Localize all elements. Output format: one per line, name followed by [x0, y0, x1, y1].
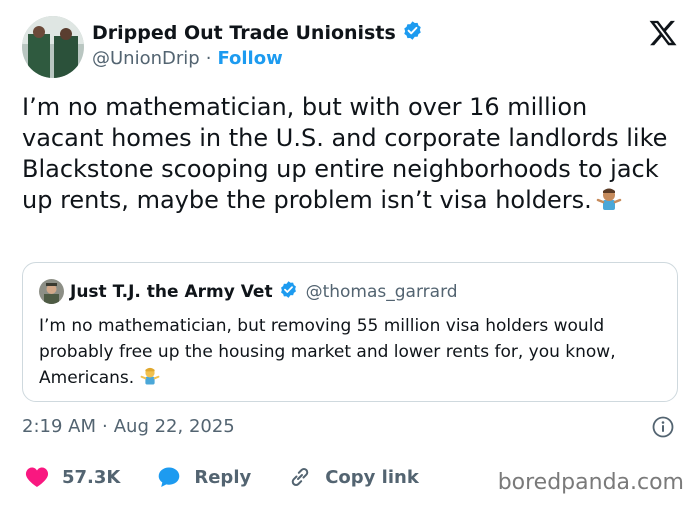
- handle-separator: ·: [205, 48, 212, 69]
- shrug-emoji-icon: [140, 366, 160, 394]
- author-handle[interactable]: @UnionDrip: [92, 48, 200, 69]
- reply-button[interactable]: Reply: [156, 464, 251, 490]
- quoted-author-display-name[interactable]: Just T.J. the Army Vet: [70, 282, 273, 302]
- like-count: 57.3K: [62, 466, 121, 488]
- tweet-date: Aug 22, 2025: [113, 416, 235, 437]
- copy-link-label: Copy link: [325, 466, 419, 488]
- follow-button[interactable]: Follow: [217, 48, 282, 69]
- quoted-author-avatar[interactable]: [39, 279, 64, 304]
- heart-icon: [24, 464, 50, 490]
- tweet-body: I’m no mathematician, but with over 16 m…: [22, 93, 668, 214]
- link-icon: [287, 464, 313, 490]
- verified-badge-icon: [402, 20, 423, 45]
- tweet-text: I’m no mathematician, but with over 16 m…: [22, 92, 672, 220]
- author-avatar[interactable]: [22, 16, 84, 78]
- timestamp-separator: ·: [102, 416, 108, 437]
- quoted-verified-badge-icon: [279, 280, 298, 303]
- author-display-name[interactable]: Dripped Out Trade Unionists: [92, 22, 396, 44]
- x-logo-icon[interactable]: [648, 18, 678, 48]
- quoted-tweet-text: I’m no mathematician, but removing 55 mi…: [39, 313, 664, 394]
- reply-bubble-icon: [156, 464, 182, 490]
- quoted-author-handle[interactable]: @thomas_garrard: [306, 282, 458, 302]
- watermark: boredpanda.com: [497, 470, 684, 495]
- info-icon[interactable]: [652, 416, 674, 438]
- tweet-time: 2:19 AM: [22, 416, 96, 437]
- copy-link-button[interactable]: Copy link: [287, 464, 419, 490]
- quoted-tweet-body: I’m no mathematician, but removing 55 mi…: [39, 316, 616, 388]
- like-button[interactable]: 57.3K: [24, 464, 120, 490]
- quoted-tweet[interactable]: Just T.J. the Army Vet @thomas_garrard I…: [22, 262, 678, 402]
- reply-label: Reply: [194, 466, 252, 488]
- tweet-timestamp[interactable]: 2:19 AM · Aug 22, 2025: [22, 416, 235, 437]
- shrug-emoji-icon: [596, 186, 622, 220]
